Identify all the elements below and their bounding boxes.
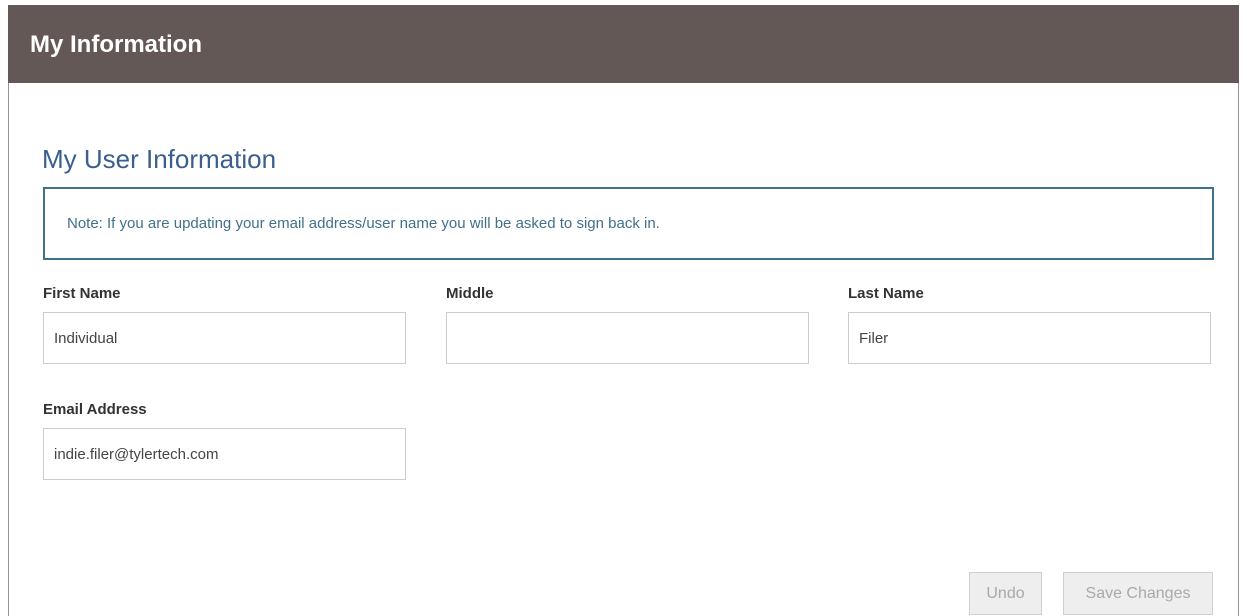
email-address-input[interactable] bbox=[43, 428, 406, 480]
sign-in-note: Note: If you are updating your email add… bbox=[43, 187, 1214, 260]
panel-title: My Information bbox=[30, 31, 202, 58]
undo-button[interactable]: Undo bbox=[969, 572, 1042, 615]
save-changes-button[interactable]: Save Changes bbox=[1063, 572, 1213, 615]
my-information-panel: My Information My User Information Note:… bbox=[8, 5, 1239, 616]
middle-name-input[interactable] bbox=[446, 312, 809, 364]
note-text: Note: If you are updating your email add… bbox=[67, 215, 660, 232]
first-name-label: First Name bbox=[43, 285, 121, 302]
first-name-input[interactable] bbox=[43, 312, 406, 364]
panel-header: My Information bbox=[8, 5, 1239, 83]
last-name-label: Last Name bbox=[848, 285, 924, 302]
email-address-label: Email Address bbox=[43, 401, 147, 418]
last-name-input[interactable] bbox=[848, 312, 1211, 364]
section-title: My User Information bbox=[42, 144, 277, 174]
middle-name-label: Middle bbox=[446, 285, 494, 302]
